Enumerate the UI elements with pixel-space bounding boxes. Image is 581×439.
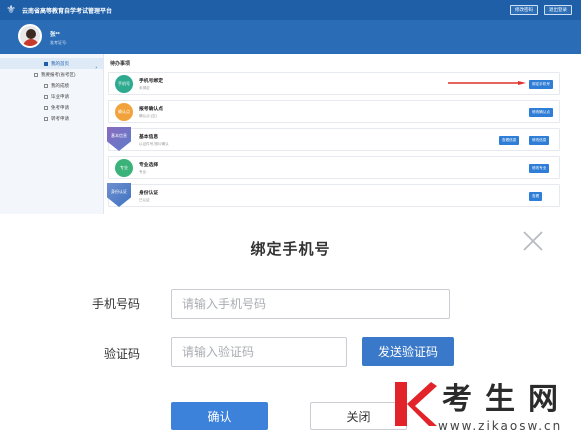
task-name: 报考确认点 bbox=[139, 107, 163, 112]
todo-section-title: 待办事项 bbox=[110, 61, 131, 67]
sidebar: 我的首页 › 我要报考(省考区) 我的成绩 毕业申请 免考申请 转考申请 bbox=[0, 54, 104, 214]
watermark-url: www.zikaosw.cn bbox=[438, 419, 563, 433]
sidebar-item-label: 毕业申请 bbox=[51, 93, 69, 99]
phone-badge-icon: 手机号 bbox=[115, 75, 133, 93]
confirm-point-badge-icon: 确认点 bbox=[115, 103, 133, 121]
identity-badge-icon: 身份认证 bbox=[107, 183, 131, 207]
task-name: 专业选择 bbox=[139, 163, 159, 168]
phone-label: 手机号码 bbox=[91, 297, 140, 311]
task-row-major: 专业 专业选择 专业: 修改专业 bbox=[108, 156, 560, 179]
sidebar-item-transfer[interactable]: 转考申请 bbox=[0, 113, 103, 124]
exemption-icon bbox=[44, 105, 48, 110]
user-bar: 张** 准考证号: bbox=[0, 20, 581, 54]
task-name: 身份认证 bbox=[139, 191, 159, 196]
score-icon bbox=[44, 83, 48, 88]
bind-phone-button[interactable]: 绑定手机号 bbox=[529, 80, 553, 89]
transfer-icon bbox=[44, 116, 48, 121]
app-title: 云南省高等教育自学考试管理平台 bbox=[22, 8, 113, 15]
sidebar-item-label: 转考申请 bbox=[51, 115, 69, 121]
sidebar-item-home[interactable]: 我的首页 › bbox=[0, 58, 103, 71]
task-row-basic-info: 基本信息 基本信息 以证件号,照片确认 查看信息 修改信息 bbox=[107, 127, 560, 151]
basic-info-badge-icon: 基本信息 bbox=[107, 127, 131, 151]
watermark-text: 考生网 bbox=[442, 382, 571, 417]
app-header: ⚜ 云南省高等教育自学考试管理平台 修改密码 退出登录 bbox=[0, 0, 581, 20]
grid-icon bbox=[34, 72, 38, 77]
sidebar-item-register[interactable]: 我要报考(省考区) bbox=[0, 69, 103, 80]
edit-info-button[interactable]: 修改信息 bbox=[529, 136, 550, 145]
task-name: 手机号绑定 bbox=[139, 79, 163, 84]
home-icon bbox=[44, 61, 48, 66]
task-row-confirm-point: 确认点 报考确认点 确认点:(空) 修改确认点 bbox=[108, 100, 560, 123]
user-name: 张** bbox=[50, 32, 60, 38]
edit-major-button[interactable]: 修改专业 bbox=[529, 164, 550, 173]
app-logo-icon: ⚜ bbox=[6, 4, 16, 16]
watermark-logo-icon bbox=[395, 382, 437, 426]
graduation-icon bbox=[44, 94, 48, 99]
dialog-title: 绑定手机号 bbox=[250, 241, 331, 258]
sidebar-item-label: 我的成绩 bbox=[51, 82, 69, 88]
code-label: 验证码 bbox=[103, 347, 140, 361]
view-identity-button[interactable]: 查看 bbox=[529, 192, 543, 201]
user-id-label: 准考证号: bbox=[50, 40, 68, 45]
sidebar-item-label: 我的首页 bbox=[51, 60, 69, 66]
change-password-button[interactable]: 修改密码 bbox=[510, 5, 538, 15]
sidebar-item-scores[interactable]: 我的成绩 bbox=[0, 80, 103, 91]
task-desc: 确认点:(空) bbox=[139, 114, 157, 118]
chevron-right-icon: › bbox=[95, 65, 97, 71]
logout-button[interactable]: 退出登录 bbox=[544, 5, 572, 15]
task-row-identity: 身份认证 身份认证 已认证 查看 bbox=[107, 183, 560, 207]
task-desc: 专业: bbox=[139, 170, 148, 174]
major-badge-icon: 专业 bbox=[115, 159, 133, 177]
todo-panel: 待办事项 手机号 手机号绑定 未绑定 绑定手机号 确认点 报考确认点 确认点:(… bbox=[107, 54, 568, 214]
phone-input[interactable] bbox=[171, 289, 450, 319]
task-name: 基本信息 bbox=[139, 135, 159, 140]
view-info-button[interactable]: 查看信息 bbox=[499, 136, 520, 145]
confirm-button[interactable]: 确认 bbox=[171, 402, 268, 430]
sidebar-item-label: 我要报考(省考区) bbox=[41, 71, 76, 77]
send-code-button[interactable]: 发送验证码 bbox=[362, 337, 454, 366]
sidebar-item-label: 免考申请 bbox=[51, 104, 69, 110]
sidebar-item-graduation[interactable]: 毕业申请 bbox=[0, 91, 103, 102]
sidebar-item-exemption[interactable]: 免考申请 bbox=[0, 102, 103, 113]
task-desc: 以证件号,照片确认 bbox=[139, 142, 169, 146]
avatar bbox=[18, 24, 42, 48]
task-desc: 已认证 bbox=[139, 198, 150, 202]
task-desc: 未绑定 bbox=[139, 86, 150, 90]
edit-confirm-point-button[interactable]: 修改确认点 bbox=[529, 108, 553, 117]
code-input[interactable] bbox=[171, 337, 347, 367]
close-icon[interactable] bbox=[520, 228, 546, 254]
red-arrow-icon bbox=[448, 81, 526, 85]
